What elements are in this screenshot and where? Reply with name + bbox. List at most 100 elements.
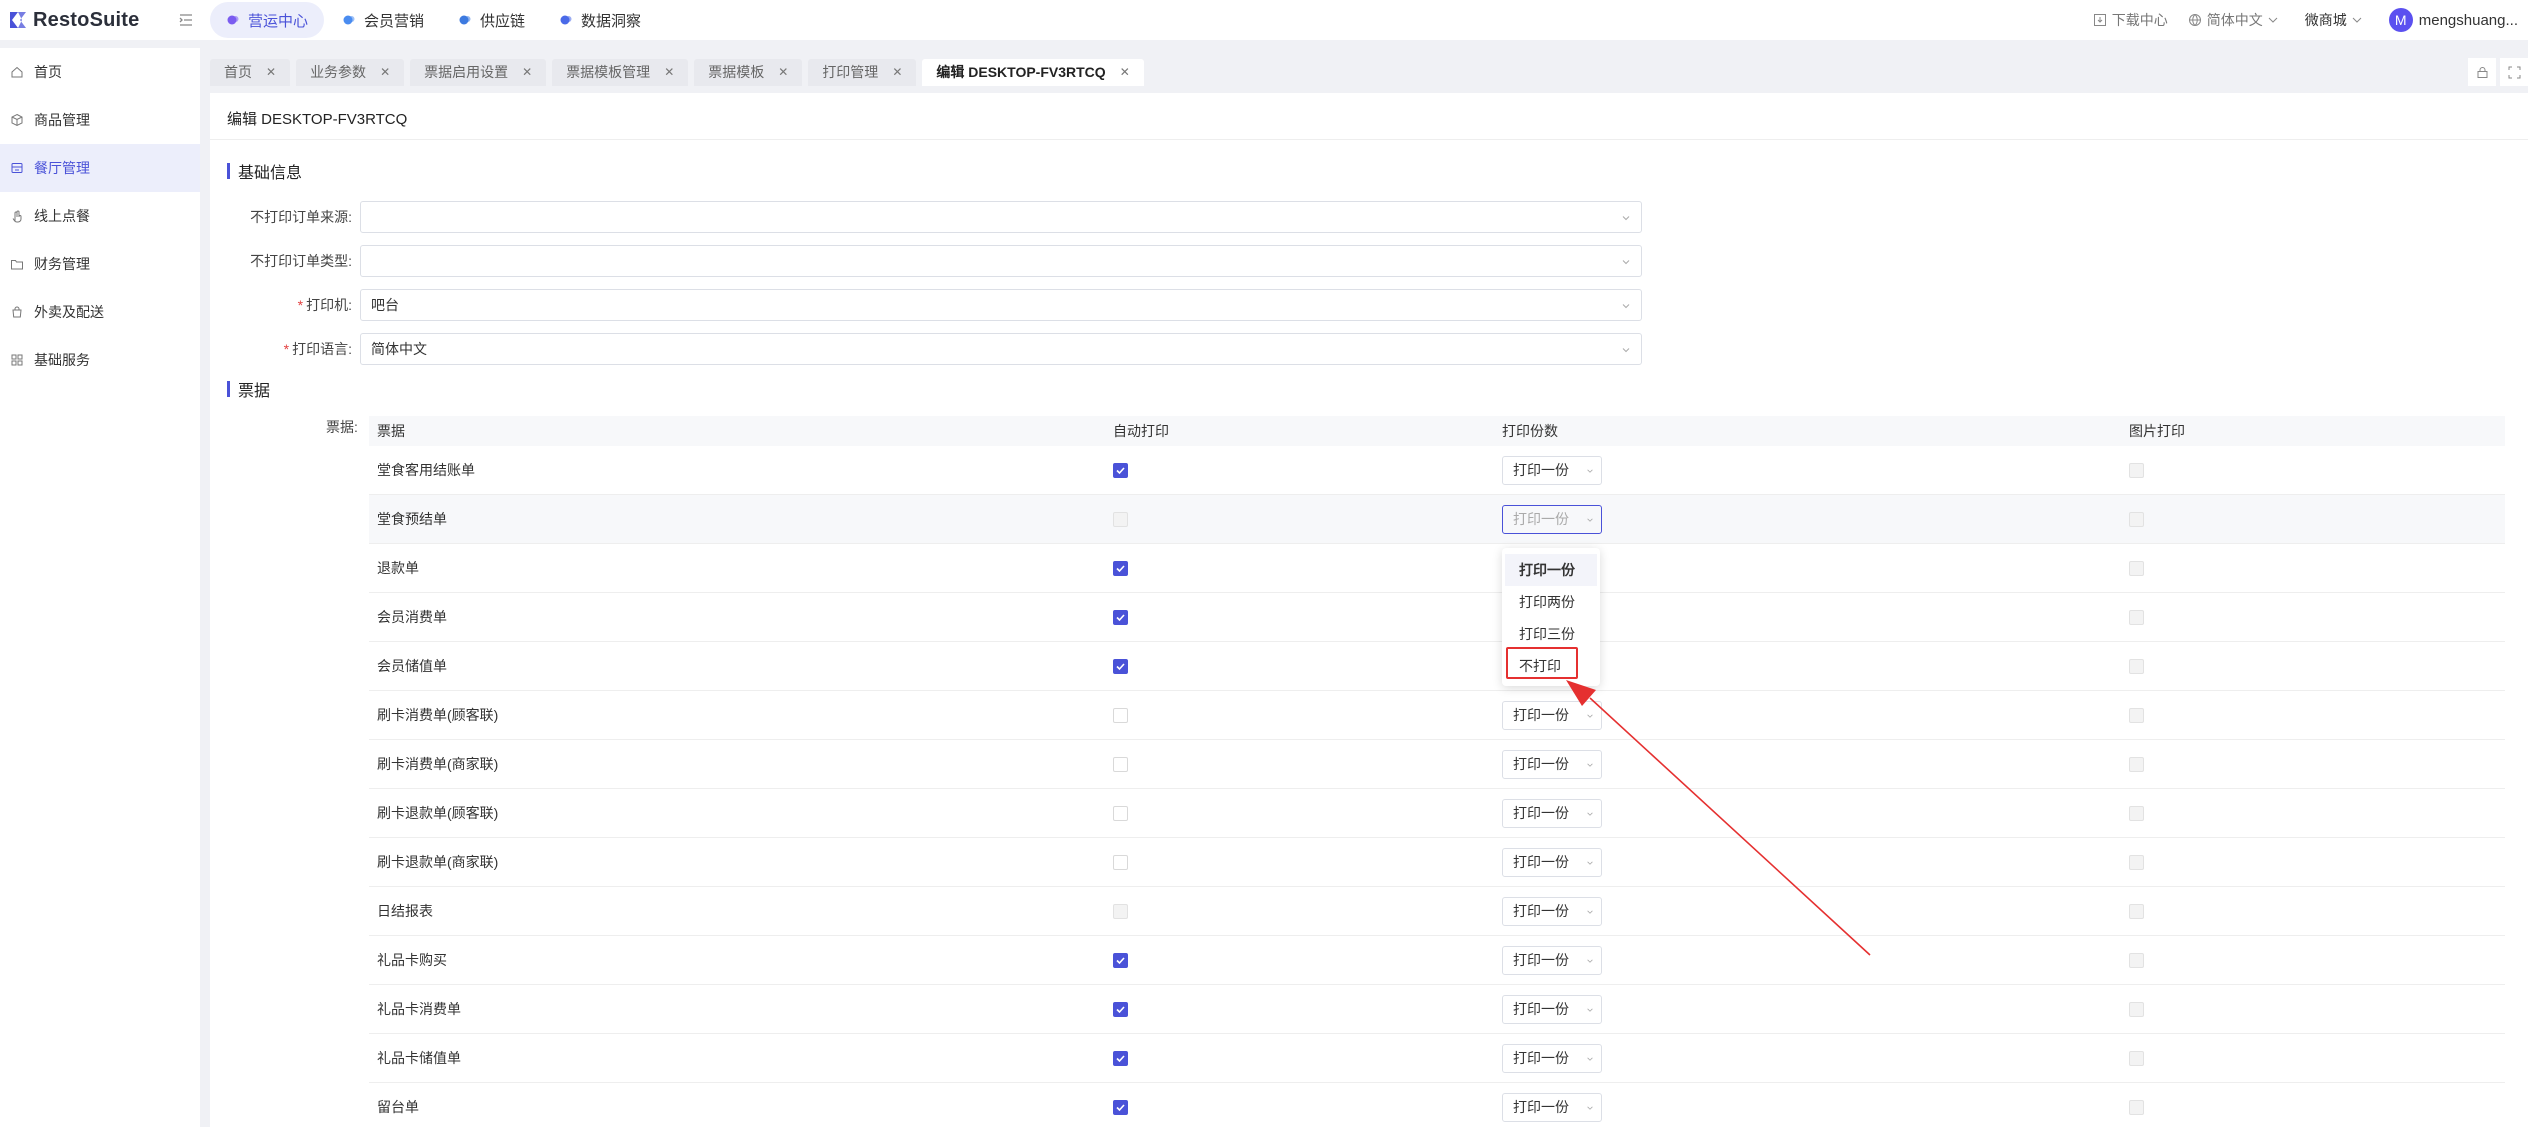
close-icon[interactable]: ✕ (522, 65, 532, 79)
form-select[interactable]: 吧台 (360, 289, 1642, 321)
top-nav-tab[interactable]: 会员营销 (326, 2, 440, 38)
page-tab[interactable]: 编辑 DESKTOP-FV3RTCQ ✕ (922, 58, 1144, 86)
chevron-down-icon (1622, 216, 1630, 221)
table-row: 礼品卡购买 打印一份 (369, 936, 2505, 985)
sidebar-item[interactable]: 餐厅管理 (0, 144, 200, 192)
table-row: 刷卡退款单(顾客联) 打印一份 (369, 789, 2505, 838)
form-select[interactable]: 简体中文 (360, 333, 1642, 365)
auto-print-checkbox[interactable] (1113, 609, 1128, 625)
top-nav-label: 营运中心 (248, 12, 309, 30)
auto-print-checkbox[interactable] (1113, 707, 1128, 723)
image-print-checkbox (2129, 1050, 2144, 1066)
image-print-cell (2121, 707, 2505, 723)
image-print-checkbox (2129, 952, 2144, 968)
close-icon[interactable]: ✕ (380, 65, 390, 79)
auto-print-checkbox[interactable] (1113, 560, 1128, 576)
close-icon[interactable]: ✕ (1120, 65, 1130, 79)
page-tab[interactable]: 打印管理 ✕ (808, 58, 917, 86)
image-print-checkbox (2129, 511, 2144, 527)
image-print-checkbox (2129, 1099, 2144, 1115)
copies-select[interactable]: 打印一份 (1502, 1043, 1602, 1073)
auto-print-cell (1105, 462, 1494, 478)
page-tab-label: 打印管理 (822, 64, 879, 80)
page-tab[interactable]: 票据模板管理 ✕ (552, 58, 689, 86)
auto-print-cell (1105, 952, 1494, 968)
image-print-cell (2121, 462, 2505, 478)
auto-print-checkbox[interactable] (1113, 854, 1128, 870)
copies-select[interactable]: 打印一份 (1502, 1092, 1602, 1122)
close-icon[interactable]: ✕ (266, 65, 276, 79)
language-selector[interactable]: 简体中文 (2188, 10, 2285, 30)
table-row: 礼品卡储值单 打印一份 (369, 1034, 2505, 1083)
store-label: 微商城 (2304, 12, 2347, 28)
check-icon (1116, 956, 1125, 964)
sidebar-item[interactable]: 首页 (0, 48, 200, 96)
top-nav-tab[interactable]: 供应链 (442, 2, 541, 38)
dropdown-option[interactable]: 打印两份 (1505, 586, 1597, 618)
lock-icon (2477, 66, 2487, 78)
auto-print-cell (1105, 1001, 1494, 1017)
page-tab[interactable]: 票据模板 ✕ (694, 58, 803, 86)
sidebar-item-label: 基础服务 (34, 352, 90, 368)
page-tab-label: 编辑 DESKTOP-FV3RTCQ (936, 64, 1106, 80)
app-logo[interactable]: RestoSuite (0, 9, 200, 32)
copies-select[interactable]: 打印一份 (1502, 504, 1602, 534)
auto-print-checkbox[interactable] (1113, 756, 1128, 772)
page-tab[interactable]: 首页 ✕ (210, 58, 291, 86)
top-nav-tab[interactable]: 营运中心 (210, 2, 325, 38)
page-tab-label: 业务参数 (310, 64, 367, 80)
sidebar-item[interactable]: 外卖及配送 (0, 288, 200, 336)
top-nav-tab[interactable]: 数据洞察 (543, 2, 657, 38)
image-print-checkbox (2129, 805, 2144, 821)
copies-value: 打印一份 (1513, 462, 1569, 478)
sidebar-item[interactable]: 线上点餐 (0, 192, 200, 240)
dropdown-option[interactable]: 打印一份 (1505, 554, 1597, 586)
auto-print-checkbox[interactable] (1113, 805, 1128, 821)
download-center-link[interactable]: 下载中心 (2093, 10, 2168, 30)
close-icon[interactable]: ✕ (664, 65, 674, 79)
image-print-cell (2121, 1001, 2505, 1017)
ticket-name: 刷卡消费单(顾客联) (377, 707, 499, 723)
form-label: * 打印机: (210, 295, 360, 315)
user-menu[interactable]: M mengshuang... (2388, 8, 2518, 32)
chevron-down-icon (1622, 348, 1630, 353)
close-icon[interactable]: ✕ (892, 65, 902, 79)
menu-collapse-icon[interactable] (178, 12, 194, 28)
home-icon (11, 66, 23, 78)
page-tab[interactable]: 业务参数 ✕ (296, 58, 405, 86)
fullscreen-button[interactable] (2500, 58, 2528, 86)
tab-tools (2464, 58, 2528, 86)
column-header: 打印份数 (1502, 423, 1558, 439)
auto-print-checkbox[interactable] (1113, 658, 1128, 674)
chevron-down-icon (1622, 260, 1630, 265)
copies-value: 打印一份 (1513, 1001, 1569, 1017)
auto-print-checkbox[interactable] (1113, 1099, 1128, 1115)
avatar: M (2388, 8, 2413, 32)
sidebar-item[interactable]: 基础服务 (0, 336, 200, 384)
close-icon[interactable]: ✕ (778, 65, 788, 79)
dropdown-option[interactable]: 打印三份 (1505, 618, 1597, 650)
form-label-text: 打印语言: (292, 341, 352, 357)
image-print-checkbox (2129, 707, 2144, 723)
sidebar-item[interactable]: 财务管理 (0, 240, 200, 288)
lock-tabs-button[interactable] (2468, 58, 2496, 86)
sidebar-item-label: 首页 (34, 64, 62, 80)
module-icon (227, 15, 239, 25)
image-print-cell (2121, 952, 2505, 968)
auto-print-checkbox[interactable] (1113, 462, 1128, 478)
page-tab-label: 票据模板管理 (566, 64, 651, 80)
copies-select[interactable]: 打印一份 (1502, 455, 1602, 485)
form-select[interactable] (360, 245, 1642, 277)
store-selector[interactable]: 微商城 (2305, 10, 2369, 30)
form-select[interactable] (360, 201, 1642, 233)
auto-print-checkbox[interactable] (1113, 1001, 1128, 1017)
page-tab-label: 票据启用设置 (424, 64, 509, 80)
annotation-arrow (1566, 680, 1871, 956)
ticket-name: 刷卡退款单(商家联) (377, 854, 499, 870)
box-icon (11, 113, 23, 127)
page-tab[interactable]: 票据启用设置 ✕ (410, 58, 547, 86)
sidebar-item[interactable]: 商品管理 (0, 96, 200, 144)
copies-select[interactable]: 打印一份 (1502, 994, 1602, 1024)
auto-print-checkbox[interactable] (1113, 1050, 1128, 1066)
auto-print-checkbox[interactable] (1113, 952, 1128, 968)
